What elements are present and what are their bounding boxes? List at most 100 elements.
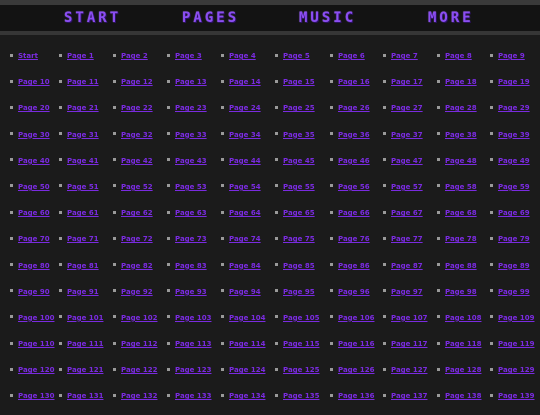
page-link[interactable]: Page 122 (121, 366, 157, 374)
page-link[interactable]: Page 15 (283, 78, 315, 86)
page-link[interactable]: Page 13 (175, 78, 207, 86)
page-link[interactable]: Page 134 (229, 392, 265, 400)
page-link[interactable]: Page 20 (18, 104, 50, 112)
nav-music-link[interactable]: MUSIC (299, 8, 356, 28)
page-link[interactable]: Page 77 (391, 235, 423, 243)
page-link[interactable]: Page 136 (338, 392, 374, 400)
page-link[interactable]: Page 61 (67, 209, 99, 217)
page-link[interactable]: Page 17 (391, 78, 423, 86)
page-link[interactable]: Page 49 (498, 157, 530, 165)
page-link[interactable]: Page 73 (175, 235, 207, 243)
page-link[interactable]: Page 32 (121, 131, 153, 139)
page-link[interactable]: Page 25 (283, 104, 315, 112)
page-link[interactable]: Page 36 (338, 131, 370, 139)
page-link[interactable]: Page 120 (18, 366, 54, 374)
page-link[interactable]: Page 139 (498, 392, 534, 400)
page-link[interactable]: Page 78 (445, 235, 477, 243)
page-link[interactable]: Page 11 (67, 78, 99, 86)
page-link[interactable]: Page 76 (338, 235, 370, 243)
page-link[interactable]: Page 67 (391, 209, 423, 217)
page-link[interactable]: Page 116 (338, 340, 374, 348)
page-link[interactable]: Page 105 (283, 314, 319, 322)
page-link[interactable]: Page 8 (445, 52, 472, 60)
page-link[interactable]: Page 57 (391, 183, 423, 191)
page-link[interactable]: Page 42 (121, 157, 153, 165)
page-link[interactable]: Page 80 (18, 262, 50, 270)
page-link[interactable]: Page 111 (67, 340, 103, 348)
page-link[interactable]: Page 112 (121, 340, 157, 348)
page-link[interactable]: Page 98 (445, 288, 477, 296)
page-link[interactable]: Page 41 (67, 157, 99, 165)
page-link[interactable]: Page 108 (445, 314, 481, 322)
page-link[interactable]: Page 50 (18, 183, 50, 191)
page-link[interactable]: Page 106 (338, 314, 374, 322)
page-link[interactable]: Page 72 (121, 235, 153, 243)
page-link[interactable]: Page 2 (121, 52, 148, 60)
page-link[interactable]: Page 135 (283, 392, 319, 400)
page-link[interactable]: Page 30 (18, 131, 50, 139)
page-link[interactable]: Page 7 (391, 52, 418, 60)
page-link[interactable]: Page 103 (175, 314, 211, 322)
page-link[interactable]: Page 1 (67, 52, 94, 60)
page-link[interactable]: Page 35 (283, 131, 315, 139)
page-link[interactable]: Page 94 (229, 288, 261, 296)
page-link[interactable]: Page 37 (391, 131, 423, 139)
page-link[interactable]: Page 101 (67, 314, 103, 322)
page-link[interactable]: Page 38 (445, 131, 477, 139)
page-link[interactable]: Page 5 (283, 52, 310, 60)
page-link[interactable]: Page 138 (445, 392, 481, 400)
page-link[interactable]: Page 27 (391, 104, 423, 112)
page-link[interactable]: Page 123 (175, 366, 211, 374)
page-link[interactable]: Page 124 (229, 366, 265, 374)
page-link[interactable]: Page 130 (18, 392, 54, 400)
page-link[interactable]: Page 55 (283, 183, 315, 191)
page-link[interactable]: Page 23 (175, 104, 207, 112)
page-link[interactable]: Page 82 (121, 262, 153, 270)
page-link[interactable]: Page 33 (175, 131, 207, 139)
page-link[interactable]: Page 117 (391, 340, 427, 348)
page-link[interactable]: Page 53 (175, 183, 207, 191)
page-link[interactable]: Page 92 (121, 288, 153, 296)
page-link[interactable]: Page 52 (121, 183, 153, 191)
page-link[interactable]: Page 43 (175, 157, 207, 165)
page-link[interactable]: Page 119 (498, 340, 534, 348)
page-link[interactable]: Page 59 (498, 183, 530, 191)
page-link[interactable]: Page 113 (175, 340, 211, 348)
page-link[interactable]: Page 107 (391, 314, 427, 322)
page-link[interactable]: Page 74 (229, 235, 261, 243)
page-link[interactable]: Page 21 (67, 104, 99, 112)
page-link[interactable]: Page 9 (498, 52, 525, 60)
page-link[interactable]: Page 133 (175, 392, 211, 400)
nav-pages-link[interactable]: PAGES (182, 8, 239, 28)
page-link[interactable]: Page 44 (229, 157, 261, 165)
page-link[interactable]: Page 99 (498, 288, 530, 296)
page-link[interactable]: Page 34 (229, 131, 261, 139)
page-link[interactable]: Page 68 (445, 209, 477, 217)
page-link[interactable]: Page 137 (391, 392, 427, 400)
page-link[interactable]: Page 127 (391, 366, 427, 374)
page-link[interactable]: Page 110 (18, 340, 54, 348)
page-link[interactable]: Page 70 (18, 235, 50, 243)
page-link[interactable]: Page 65 (283, 209, 315, 217)
page-link[interactable]: Page 85 (283, 262, 315, 270)
page-link[interactable]: Page 48 (445, 157, 477, 165)
nav-more-link[interactable]: MORE (428, 8, 474, 28)
page-link[interactable]: Page 79 (498, 235, 530, 243)
page-link[interactable]: Page 96 (338, 288, 370, 296)
page-link[interactable]: Page 39 (498, 131, 530, 139)
page-link[interactable]: Page 6 (338, 52, 365, 60)
page-link[interactable]: Page 95 (283, 288, 315, 296)
page-link[interactable]: Page 89 (498, 262, 530, 270)
page-link[interactable]: Page 102 (121, 314, 157, 322)
page-link[interactable]: Page 71 (67, 235, 99, 243)
page-link[interactable]: Page 109 (498, 314, 534, 322)
page-link[interactable]: Page 45 (283, 157, 315, 165)
page-link[interactable]: Page 129 (498, 366, 534, 374)
page-link[interactable]: Page 14 (229, 78, 261, 86)
page-link[interactable]: Page 22 (121, 104, 153, 112)
page-link[interactable]: Page 26 (338, 104, 370, 112)
page-link[interactable]: Page 81 (67, 262, 99, 270)
page-link[interactable]: Page 19 (498, 78, 530, 86)
page-link[interactable]: Page 16 (338, 78, 370, 86)
page-link[interactable]: Page 126 (338, 366, 374, 374)
